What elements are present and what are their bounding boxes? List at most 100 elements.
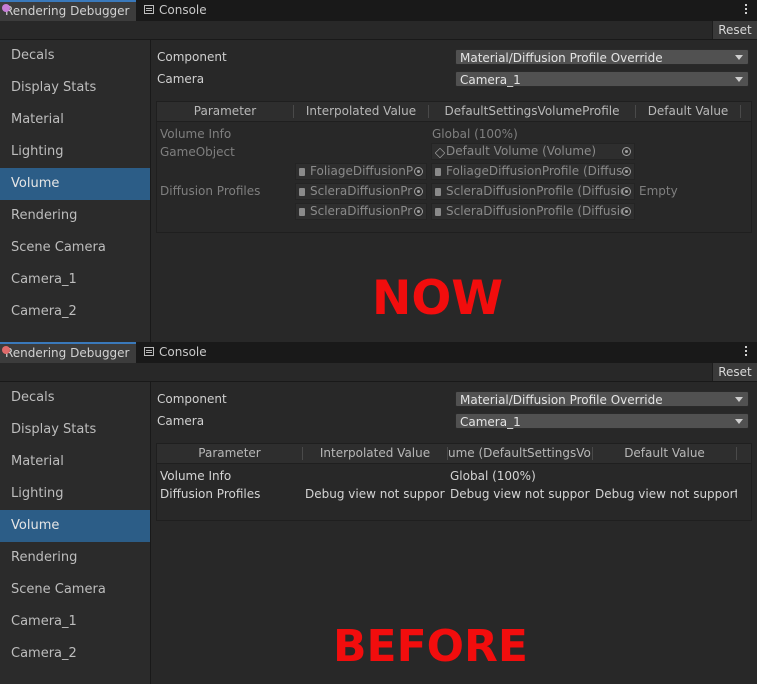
row-label-diffusion-profiles: Diffusion Profiles [160, 184, 261, 198]
column-header-profile[interactable]: DefaultSettingsVolumeProfile [429, 102, 635, 121]
component-dropdown-value: Material/Diffusion Profile Override [460, 393, 663, 407]
component-dropdown[interactable]: Material/Diffusion Profile Override [455, 391, 749, 407]
tab-console[interactable]: Console [144, 342, 207, 363]
debugger-panel-now: Rendering Debugger Console Reset Decals … [0, 0, 757, 342]
row-label-gameobject: GameObject [160, 145, 235, 159]
unsupported-message: Debug view not supporte [450, 487, 590, 501]
component-dropdown[interactable]: Material/Diffusion Profile Override [455, 49, 749, 65]
camera-dropdown[interactable]: Camera_1 [455, 71, 749, 87]
object-picker-icon[interactable] [622, 187, 631, 196]
volume-table: Parameter Interpolated Value DefaultSett… [156, 101, 752, 233]
dropdown-arrow-icon [735, 77, 743, 82]
console-icon [144, 5, 154, 14]
component-label: Component [157, 392, 227, 406]
volume-table: Parameter Interpolated Value ume (Defaul… [156, 443, 752, 521]
object-picker-icon[interactable] [622, 147, 631, 156]
sidebar: Decals Display Stats Material Lighting V… [0, 382, 151, 684]
sidebar-item-display-stats[interactable]: Display Stats [0, 414, 150, 446]
gameobject-field[interactable]: Default Volume (Volume) [431, 143, 635, 160]
interpolated-profile-field[interactable]: FoliageDiffusionP [295, 163, 427, 180]
column-header-default[interactable]: Default Value [593, 444, 736, 463]
tab-console-label: Console [159, 345, 207, 359]
tab-console-label: Console [159, 3, 207, 17]
object-picker-icon[interactable] [414, 207, 423, 216]
before-stamp: BEFORE [333, 621, 528, 672]
row-label-volume-info: Volume Info [160, 469, 232, 483]
scriptable-object-icon [435, 168, 441, 176]
component-dropdown-value: Material/Diffusion Profile Override [460, 51, 663, 65]
sidebar-item-material[interactable]: Material [0, 446, 150, 478]
unsupported-message: Debug view not supporte [305, 487, 445, 501]
tab-bar: Rendering Debugger Console [0, 342, 757, 363]
table-header: Parameter Interpolated Value DefaultSett… [157, 102, 751, 122]
sidebar-item-decals[interactable]: Decals [0, 382, 150, 414]
dropdown-arrow-icon [735, 419, 743, 424]
default-value-empty: Empty [639, 184, 678, 198]
sidebar-item-rendering[interactable]: Rendering [0, 542, 150, 574]
tab-rendering-debugger-label: Rendering Debugger [5, 4, 130, 18]
sidebar-item-lighting[interactable]: Lighting [0, 136, 150, 168]
object-picker-icon[interactable] [622, 167, 631, 176]
object-picker-icon[interactable] [622, 207, 631, 216]
table-header: Parameter Interpolated Value ume (Defaul… [157, 444, 751, 464]
kebab-menu-icon[interactable] [743, 344, 749, 360]
column-header-default[interactable]: Default Value [636, 102, 740, 121]
column-separator[interactable] [740, 105, 741, 118]
column-separator[interactable] [736, 447, 737, 460]
tab-bar: Rendering Debugger Console [0, 0, 757, 21]
scriptable-object-icon [299, 188, 305, 196]
tab-console[interactable]: Console [144, 0, 207, 21]
sidebar-item-decals[interactable]: Decals [0, 40, 150, 72]
column-header-parameter[interactable]: Parameter [157, 102, 293, 121]
window-indicator-dot [2, 346, 10, 354]
reset-button[interactable]: Reset [712, 363, 757, 381]
interpolated-profile-value: ScleraDiffusionPr [310, 184, 413, 198]
component-label: Component [157, 50, 227, 64]
sidebar-item-volume[interactable]: Volume [0, 510, 150, 542]
interpolated-profile-value: ScleraDiffusionPr [310, 204, 413, 218]
volume-profile-value: ScleraDiffusionProfile (Diffusic [446, 184, 627, 198]
unsupported-message: Debug view not supporte [595, 487, 737, 501]
volume-profile-value: ScleraDiffusionProfile (Diffusic [446, 204, 627, 218]
sidebar-item-camera-2[interactable]: Camera_2 [0, 296, 150, 328]
sidebar-item-camera-1[interactable]: Camera_1 [0, 264, 150, 296]
scriptable-object-icon [299, 208, 305, 216]
sidebar-item-volume[interactable]: Volume [0, 168, 150, 200]
volume-info-value: Global (100%) [450, 469, 536, 483]
toolbar: Reset [0, 363, 757, 382]
sidebar-item-material[interactable]: Material [0, 104, 150, 136]
gameobject-field-value: Default Volume (Volume) [446, 144, 597, 158]
tab-rendering-debugger[interactable]: Rendering Debugger [0, 0, 136, 21]
reset-button[interactable]: Reset [712, 21, 757, 39]
main-content: Component Material/Diffusion Profile Ove… [151, 382, 757, 684]
column-header-profile[interactable]: ume (DefaultSettingsVolu [448, 444, 592, 463]
sidebar-item-lighting[interactable]: Lighting [0, 478, 150, 510]
main-content: Component Material/Diffusion Profile Ove… [151, 40, 757, 342]
column-header-interpolated[interactable]: Interpolated Value [303, 444, 447, 463]
tab-rendering-debugger[interactable]: Rendering Debugger [0, 342, 136, 363]
interpolated-profile-field[interactable]: ScleraDiffusionPr [295, 203, 427, 220]
kebab-menu-icon[interactable] [743, 2, 749, 18]
toolbar: Reset [0, 21, 757, 40]
sidebar-item-rendering[interactable]: Rendering [0, 200, 150, 232]
sidebar-item-camera-2[interactable]: Camera_2 [0, 638, 150, 670]
column-header-interpolated[interactable]: Interpolated Value [294, 102, 428, 121]
volume-profile-field[interactable]: FoliageDiffusionProfile (Diffus [431, 163, 635, 180]
object-picker-icon[interactable] [414, 167, 423, 176]
volume-profile-field[interactable]: ScleraDiffusionProfile (Diffusic [431, 203, 635, 220]
interpolated-profile-field[interactable]: ScleraDiffusionPr [295, 183, 427, 200]
sidebar-item-scene-camera[interactable]: Scene Camera [0, 574, 150, 606]
console-icon [144, 347, 154, 356]
sidebar-item-scene-camera[interactable]: Scene Camera [0, 232, 150, 264]
camera-dropdown-value: Camera_1 [460, 415, 521, 429]
object-picker-icon[interactable] [414, 187, 423, 196]
sidebar-item-camera-1[interactable]: Camera_1 [0, 606, 150, 638]
volume-profile-value: FoliageDiffusionProfile (Diffus [446, 164, 623, 178]
scriptable-object-icon [435, 188, 441, 196]
dropdown-arrow-icon [735, 397, 743, 402]
column-header-parameter[interactable]: Parameter [157, 444, 302, 463]
sidebar-item-display-stats[interactable]: Display Stats [0, 72, 150, 104]
volume-profile-field[interactable]: ScleraDiffusionProfile (Diffusic [431, 183, 635, 200]
camera-label: Camera [157, 72, 205, 86]
camera-dropdown[interactable]: Camera_1 [455, 413, 749, 429]
